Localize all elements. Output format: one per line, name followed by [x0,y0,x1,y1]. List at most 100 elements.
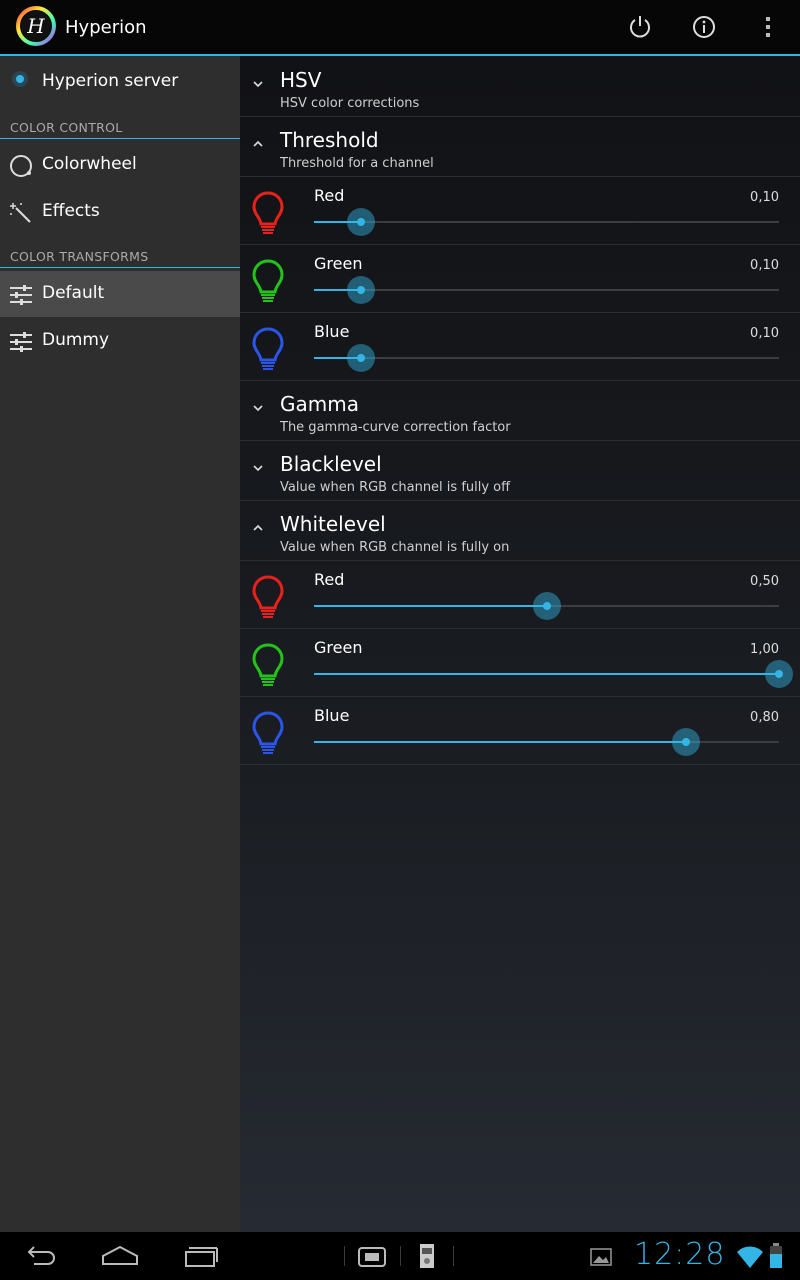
slider-label: Blue [314,706,350,725]
slider-label: Green [314,254,363,273]
colorwheel-label: Colorwheel [42,154,137,174]
chevron-up-icon [253,524,263,531]
chevron-up-icon [253,140,263,147]
slider-fill [314,741,686,743]
slider-value: 1,00 [750,642,779,657]
svg-text:H: H [26,14,45,38]
bulb-icon [250,190,286,236]
nav-separator [344,1246,345,1266]
info-icon [693,16,715,38]
sidebar-item-hyperion-server[interactable]: Hyperion server [0,56,240,106]
color-control-header: COLOR CONTROL [0,118,240,139]
transform-settings-panel: HSV HSV color corrections Threshold Thre… [240,56,800,1232]
slider-track[interactable] [314,276,779,304]
slider-label: Blue [314,322,350,341]
power-button[interactable] [624,11,656,43]
slider-track[interactable] [314,208,779,236]
slider-thumb[interactable] [532,592,561,620]
app-notification-icon[interactable] [416,1240,438,1272]
wifi-icon [737,1246,763,1268]
slider-value: 0,10 [750,190,779,205]
magic-wand-icon [10,203,31,223]
hyperion-logo-icon[interactable]: H [16,6,56,46]
nav-separator [400,1246,401,1266]
slider-track[interactable] [314,728,779,756]
sliders-icon [10,332,32,352]
nav-separator [453,1246,454,1266]
group-subtitle: The gamma-curve correction factor [280,420,511,435]
slider-thumb[interactable] [346,276,375,304]
slider-fill [314,605,547,607]
whitelevel-blue-row: Blue 0,80 [240,696,800,765]
power-icon [630,16,650,38]
server-radio-icon [12,71,28,87]
slider-label: Red [314,186,345,205]
screenshot-icon[interactable] [356,1240,388,1272]
group-whitelevel[interactable]: Whitelevel Value when RGB channel is ful… [240,500,800,561]
chevron-down-icon [253,465,263,472]
group-title: Gamma [280,392,359,416]
threshold-green-row: Green 0,10 [240,244,800,313]
overflow-menu-icon [766,17,770,37]
app-title: Hyperion [65,17,147,38]
group-subtitle: Value when RGB channel is fully off [280,480,511,495]
effects-label: Effects [42,201,100,221]
slider-fill [314,673,779,675]
slider-thumb[interactable] [346,208,375,236]
slider-thumb[interactable] [346,344,375,372]
sidebar-item-colorwheel[interactable]: Colorwheel [0,142,240,188]
threshold-red-row: Red 0,10 [240,176,800,245]
sidebar-item-default[interactable]: Default [0,271,240,317]
slider-value: 0,80 [750,710,779,725]
home-icon[interactable] [100,1240,140,1272]
slider-thumb[interactable] [765,660,793,688]
group-subtitle: HSV color corrections [280,96,420,111]
sidebar-item-dummy[interactable]: Dummy [0,318,240,364]
sidebar-item-effects[interactable]: Effects [0,189,240,235]
group-blacklevel[interactable]: Blacklevel Value when RGB channel is ful… [240,440,800,501]
bulb-icon [250,258,286,304]
slider-track[interactable] [314,660,793,688]
sliders-icon [10,285,32,305]
slider-track[interactable] [314,344,779,372]
slider-label: Green [314,638,363,657]
default-label: Default [42,283,105,303]
group-title: Whitelevel [280,512,386,536]
action-bar: H Hyperion [0,0,800,56]
group-title: Threshold [280,128,379,152]
group-threshold[interactable]: Threshold Threshold for a channel [240,116,800,177]
bulb-icon [250,642,286,688]
bulb-icon [250,574,286,620]
sidebar: Hyperion server COLOR CONTROL Colorwheel… [0,56,240,1232]
chevron-down-icon [253,405,263,412]
chevron-down-icon [253,81,263,88]
slider-track[interactable] [314,592,779,620]
system-navigation-bar: 12:28 [0,1232,800,1280]
group-gamma[interactable]: Gamma The gamma-curve correction factor [240,380,800,441]
back-icon[interactable] [20,1240,60,1272]
whitelevel-green-row: Green 1,00 [240,628,800,697]
slider-label: Red [314,570,345,589]
status-clock: 12:28 [634,1237,726,1272]
group-hsv[interactable]: HSV HSV color corrections [240,56,800,117]
dummy-label: Dummy [42,330,110,350]
color-transforms-header: COLOR TRANSFORMS [0,247,240,268]
threshold-blue-row: Blue 0,10 [240,312,800,381]
slider-value: 0,10 [750,326,779,341]
whitelevel-red-row: Red 0,50 [240,560,800,629]
slider-thumb[interactable] [672,728,700,756]
group-title: Blacklevel [280,452,382,476]
overflow-menu-button[interactable] [752,11,784,43]
gallery-notification-icon[interactable] [588,1240,614,1272]
slider-value: 0,10 [750,258,779,273]
info-button[interactable] [688,11,720,43]
group-title: HSV [280,68,322,92]
recent-apps-icon[interactable] [180,1240,220,1272]
bulb-icon [250,326,286,372]
bulb-icon [250,710,286,756]
server-label: Hyperion server [42,71,179,91]
battery-icon [770,1243,782,1268]
colorwheel-icon [10,155,32,177]
group-subtitle: Value when RGB channel is fully on [280,540,510,555]
group-subtitle: Threshold for a channel [280,156,434,171]
